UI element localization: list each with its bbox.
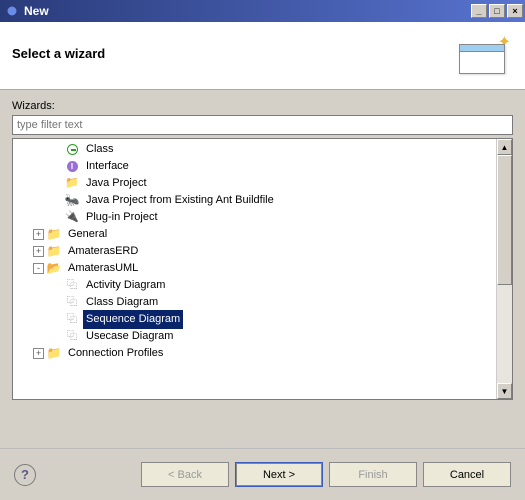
tree-item[interactable]: -AmaterasUML xyxy=(15,260,496,277)
scroll-thumb[interactable] xyxy=(497,155,512,285)
tree-item[interactable]: +General xyxy=(15,226,496,243)
minimize-button[interactable]: _ xyxy=(471,4,487,18)
window-icon xyxy=(4,3,20,19)
folder-icon xyxy=(46,227,62,243)
expander-icon[interactable]: - xyxy=(33,263,44,274)
help-button[interactable]: ? xyxy=(14,464,36,486)
folder-icon xyxy=(46,244,62,260)
cancel-button[interactable]: Cancel xyxy=(423,462,511,487)
ant-project-icon: 🐜 xyxy=(64,193,80,209)
tree-item[interactable]: +AmaterasERD xyxy=(15,243,496,260)
window-title: New xyxy=(24,4,471,18)
title-bar: New _ □ × xyxy=(0,0,525,22)
wizard-banner-icon: ✦ xyxy=(453,30,513,78)
scroll-track[interactable] xyxy=(497,155,512,383)
wizard-header: Select a wizard ✦ xyxy=(0,22,525,90)
expander-icon[interactable]: + xyxy=(33,246,44,257)
tree-item[interactable]: ⿻Usecase Diagram xyxy=(15,328,496,345)
vertical-scrollbar[interactable]: ▲ ▼ xyxy=(496,139,512,399)
button-bar: ? < Back Next > Finish Cancel xyxy=(0,448,525,500)
expander-icon[interactable]: + xyxy=(33,348,44,359)
folder-icon xyxy=(46,346,62,362)
back-button[interactable]: < Back xyxy=(141,462,229,487)
tree-item[interactable]: 🔌Plug-in Project xyxy=(15,209,496,226)
next-button[interactable]: Next > xyxy=(235,462,323,487)
tree-item[interactable]: IInterface xyxy=(15,158,496,175)
tree-item[interactable]: ⿻Class Diagram xyxy=(15,294,496,311)
maximize-button[interactable]: □ xyxy=(489,4,505,18)
scroll-up-button[interactable]: ▲ xyxy=(497,139,512,155)
finish-button[interactable]: Finish xyxy=(329,462,417,487)
folder-open-icon xyxy=(46,261,62,277)
class-icon xyxy=(64,142,80,158)
close-button[interactable]: × xyxy=(507,4,523,18)
tree-item[interactable]: 📁Java Project xyxy=(15,175,496,192)
tree-item[interactable]: + Connection Profiles xyxy=(15,345,496,362)
diagram-icon: ⿻ xyxy=(64,329,80,345)
wizard-title: Select a wizard xyxy=(12,46,453,61)
diagram-icon: ⿻ xyxy=(64,278,80,294)
diagram-icon: ⿻ xyxy=(64,295,80,311)
tree-item[interactable]: Class xyxy=(15,141,496,158)
tree-item-label: Connection Profiles xyxy=(65,344,166,363)
diagram-icon: ⿻ xyxy=(64,312,80,328)
tree-item[interactable]: ⿻Sequence Diagram xyxy=(15,311,496,328)
wizard-tree: ClassIInterface📁Java Project🐜Java Projec… xyxy=(12,138,513,400)
java-project-icon: 📁 xyxy=(64,176,80,192)
filter-input[interactable] xyxy=(12,115,513,135)
wizards-label: Wizards: xyxy=(12,100,513,112)
tree-viewport[interactable]: ClassIInterface📁Java Project🐜Java Projec… xyxy=(13,139,496,399)
tree-item[interactable]: 🐜Java Project from Existing Ant Buildfil… xyxy=(15,192,496,209)
tree-item[interactable]: ⿻Activity Diagram xyxy=(15,277,496,294)
scroll-down-button[interactable]: ▼ xyxy=(497,383,512,399)
plugin-icon: 🔌 xyxy=(64,210,80,226)
expander-icon[interactable]: + xyxy=(33,229,44,240)
interface-icon: I xyxy=(64,159,80,175)
